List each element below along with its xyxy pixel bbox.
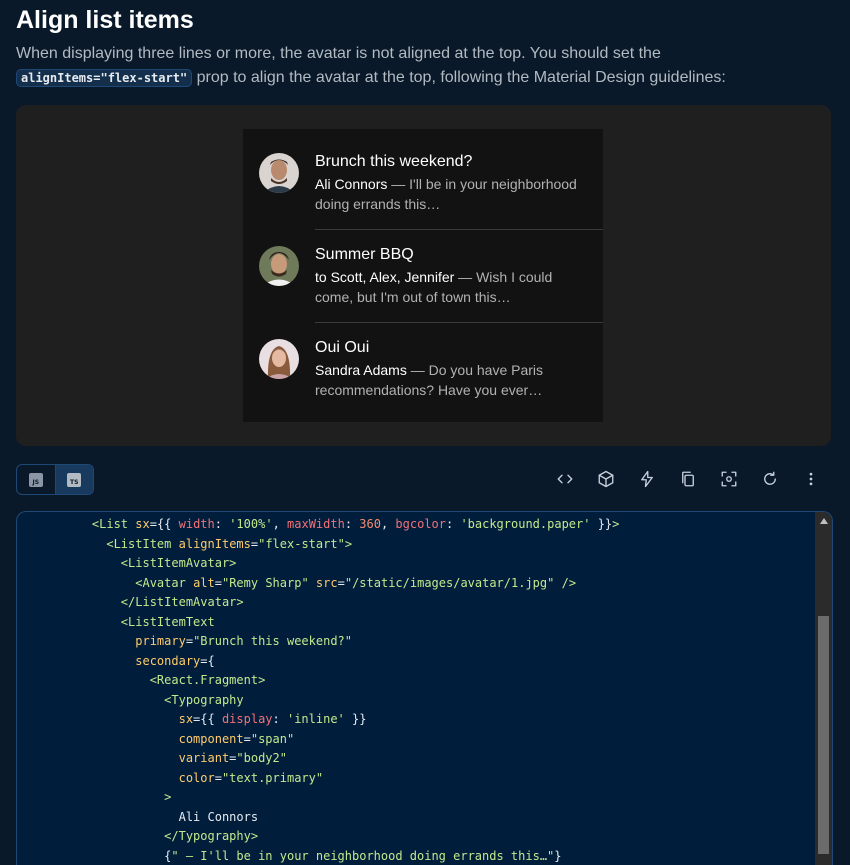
list-item-primary: Summer BBQ bbox=[315, 243, 585, 267]
avatar bbox=[259, 339, 299, 379]
code-scrollbar[interactable] bbox=[815, 512, 832, 865]
code-line: <React.Fragment> bbox=[63, 671, 619, 691]
code-line: color="text.primary" bbox=[63, 769, 619, 789]
list-item-primary: Brunch this weekend? bbox=[315, 150, 585, 174]
reset-focus-button[interactable] bbox=[708, 464, 749, 494]
code-line: component="span" bbox=[63, 730, 619, 750]
demo-toolbar: JS TS bbox=[16, 464, 831, 494]
description-text-after: prop to align the avatar at the top, fol… bbox=[192, 69, 726, 86]
code-line: <Avatar alt="Remy Sharp" src="/static/im… bbox=[63, 574, 619, 594]
js-toggle-button[interactable]: JS bbox=[17, 465, 55, 494]
inline-code: alignItems="flex-start" bbox=[16, 69, 192, 87]
message-list: Brunch this weekend? Ali Connors — I'll … bbox=[243, 129, 603, 422]
show-code-button[interactable] bbox=[544, 464, 585, 494]
more-icon bbox=[802, 470, 820, 488]
code-icon bbox=[556, 470, 574, 488]
focus-icon bbox=[720, 470, 738, 488]
reset-icon bbox=[761, 470, 779, 488]
code-line: sx={{ display: 'inline' }} bbox=[63, 710, 619, 730]
code-line: > bbox=[63, 788, 619, 808]
code-line: <ListItemAvatar> bbox=[63, 554, 619, 574]
demo-actions bbox=[544, 464, 831, 494]
list-item-text: Oui Oui Sandra Adams — Do you have Paris… bbox=[315, 336, 585, 400]
section-description: When displaying three lines or more, the… bbox=[16, 42, 836, 90]
code-line: <ListItem alignItems="flex-start"> bbox=[63, 535, 619, 555]
list-item-sender: Ali Connors bbox=[315, 176, 387, 192]
code-line: <List sx={{ width: '100%', maxWidth: 360… bbox=[63, 515, 619, 535]
scroll-up-arrow-icon[interactable] bbox=[815, 512, 832, 529]
codesandbox-button[interactable] bbox=[585, 464, 626, 494]
avatar bbox=[259, 246, 299, 286]
description-text: When displaying three lines or more, the… bbox=[16, 45, 661, 62]
scroll-thumb[interactable] bbox=[818, 616, 829, 854]
code-block[interactable]: <List sx={{ width: '100%', maxWidth: 360… bbox=[16, 511, 833, 865]
list-item[interactable]: Brunch this weekend? Ali Connors — I'll … bbox=[243, 129, 603, 222]
list-item-secondary: Sandra Adams — Do you have Paris recomme… bbox=[315, 360, 585, 400]
list-item-sender: to Scott, Alex, Jennifer bbox=[315, 269, 454, 285]
code-line: </ListItemAvatar> bbox=[63, 593, 619, 613]
list-item[interactable]: Oui Oui Sandra Adams — Do you have Paris… bbox=[243, 315, 603, 408]
list-item-sender: Sandra Adams bbox=[315, 362, 407, 378]
code-line: </Typography> bbox=[63, 827, 619, 847]
code-line: <ListItemText bbox=[63, 613, 619, 633]
stackblitz-button[interactable] bbox=[626, 464, 667, 494]
list-item-text: Summer BBQ to Scott, Alex, Jennifer — Wi… bbox=[315, 243, 585, 307]
list-item[interactable]: Summer BBQ to Scott, Alex, Jennifer — Wi… bbox=[243, 222, 603, 315]
javascript-icon: JS bbox=[29, 473, 43, 487]
code-line: primary="Brunch this weekend?" bbox=[63, 632, 619, 652]
avatar bbox=[259, 153, 299, 193]
reset-demo-button[interactable] bbox=[749, 464, 790, 494]
ts-toggle-button[interactable]: TS bbox=[55, 465, 94, 494]
codesandbox-icon bbox=[597, 470, 615, 488]
code-line: secondary={ bbox=[63, 652, 619, 672]
language-toggle: JS TS bbox=[16, 464, 94, 495]
stackblitz-icon bbox=[638, 470, 656, 488]
avatar-man-icon bbox=[259, 246, 299, 286]
code-line: <Typography bbox=[63, 691, 619, 711]
code-line: Ali Connors bbox=[63, 808, 619, 828]
copy-icon bbox=[679, 470, 697, 488]
code-line: variant="body2" bbox=[63, 749, 619, 769]
list-item-secondary: Ali Connors — I'll be in your neighborho… bbox=[315, 174, 585, 214]
code-text: <List sx={{ width: '100%', maxWidth: 360… bbox=[63, 515, 619, 865]
typescript-icon: TS bbox=[67, 473, 81, 487]
avatar-woman-icon bbox=[259, 339, 299, 379]
more-options-button[interactable] bbox=[790, 464, 831, 494]
copy-code-button[interactable] bbox=[667, 464, 708, 494]
list-item-primary: Oui Oui bbox=[315, 336, 585, 360]
demo-preview: Brunch this weekend? Ali Connors — I'll … bbox=[16, 105, 831, 446]
avatar-man-icon bbox=[259, 153, 299, 193]
code-line: {" — I'll be in your neighborhood doing … bbox=[63, 847, 619, 865]
section-title: Align list items bbox=[16, 4, 194, 36]
list-item-text: Brunch this weekend? Ali Connors — I'll … bbox=[315, 150, 585, 214]
list-item-secondary: to Scott, Alex, Jennifer — Wish I could … bbox=[315, 267, 585, 307]
